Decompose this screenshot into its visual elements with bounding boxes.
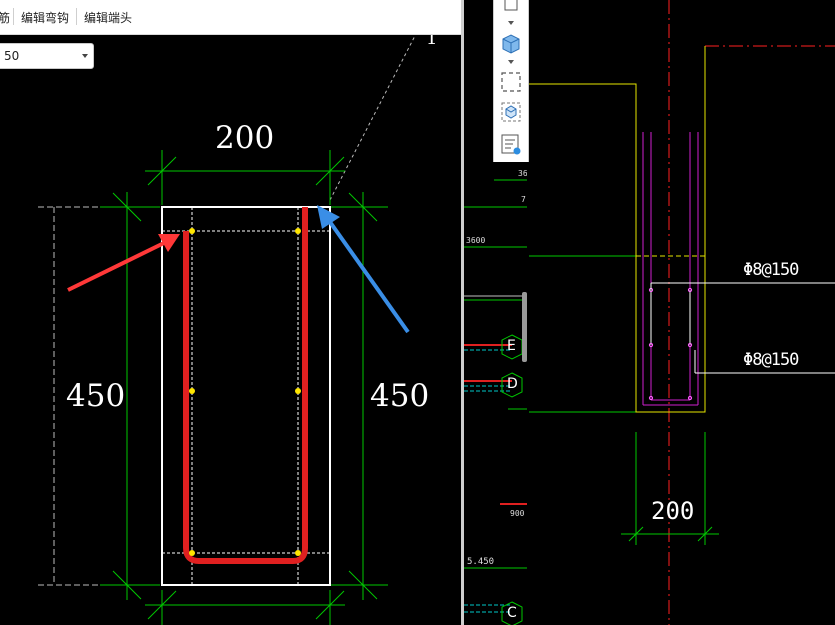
axis-label-e: E [507, 338, 516, 354]
menu-edit-end[interactable]: 编辑端头 [84, 9, 132, 26]
elev-label-5: 5.450 [467, 557, 495, 567]
rebar-point [295, 550, 301, 556]
section-drawing [38, 29, 419, 625]
vertical-scrollbar-thumb[interactable] [522, 292, 527, 362]
menu-bar: 筋 编辑弯钩 编辑端头 [0, 0, 461, 35]
elev-label-2: 7 [521, 195, 526, 204]
column-detail-canvas[interactable]: Φ8@150 Φ8@150 200 [529, 0, 835, 625]
cube-view-icon[interactable] [499, 100, 523, 124]
section-height-left-label: 450 [66, 378, 126, 414]
column-outline [529, 46, 706, 413]
rebar-point [295, 228, 301, 234]
section-width-label: 200 [215, 120, 275, 156]
rebar-point [189, 388, 195, 394]
red-arrow-shaft [67, 240, 167, 292]
menu-edit-hook[interactable]: 编辑弯钩 [21, 9, 69, 26]
cube-icon[interactable] [499, 31, 523, 55]
axis-label-c: C [507, 605, 517, 621]
rebar-spec-top: Φ8@150 [743, 260, 799, 280]
column-detail-drawing [529, 0, 835, 625]
text-view-icon[interactable] [499, 133, 523, 157]
rebar-spec-bottom: Φ8@150 [743, 350, 799, 370]
rebar-edit-canvas[interactable]: 200 450 450 1 筋 编辑弯钩 编辑端头 50 [0, 0, 461, 625]
elev-label-3: 3600 [466, 236, 486, 245]
stirrup-u-bar [183, 207, 308, 564]
spacing-select-value: 50 [4, 49, 20, 63]
chevron-down-icon[interactable] [508, 60, 514, 64]
section-height-right-label: 450 [370, 378, 430, 414]
leader-line [329, 29, 419, 201]
blue-arrow-shaft [328, 220, 410, 334]
rebar-point [189, 550, 195, 556]
chevron-down-icon [82, 54, 88, 58]
rebar-point [189, 228, 195, 234]
page-icon[interactable] [499, 0, 523, 16]
rebar-point [295, 388, 301, 394]
detail-width-label: 200 [651, 497, 695, 525]
blue-arrow-head [317, 205, 340, 229]
axis-label-d: D [507, 376, 518, 392]
dashed-select-icon[interactable] [499, 70, 523, 94]
elev-label-1: 36 [518, 169, 527, 178]
chevron-down-icon[interactable] [508, 21, 514, 25]
menu-cut-rebar[interactable]: 筋 [0, 9, 10, 26]
view-toolbar [493, 0, 529, 162]
elev-label-4: 900 [510, 509, 525, 518]
spacing-select[interactable]: 50 [0, 43, 94, 69]
